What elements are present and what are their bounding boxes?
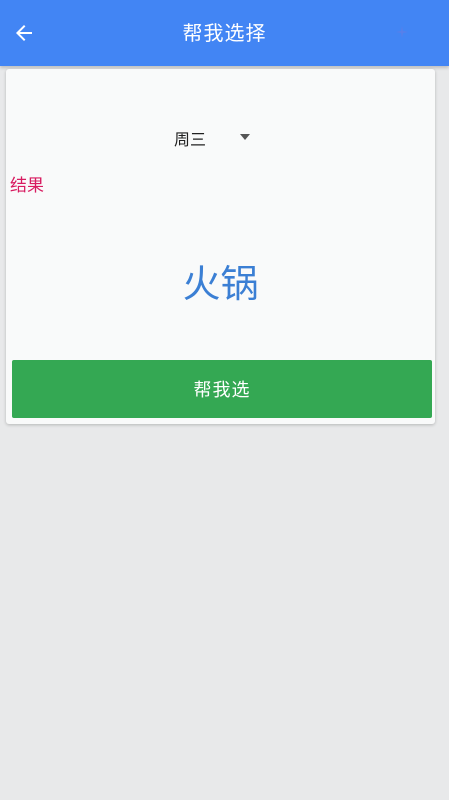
app-bar: 帮我选择 (0, 0, 449, 66)
day-dropdown[interactable]: 周三 (166, 121, 266, 153)
main-card: 周三 结果 火锅 帮我选 (6, 69, 435, 424)
result-label: 结果 (10, 176, 44, 196)
app-screen: 帮我选择 周三 结果 火锅 帮我选 (0, 0, 449, 800)
dropdown-caret-icon (240, 134, 250, 140)
day-dropdown-value: 周三 (174, 130, 207, 149)
choose-for-me-button[interactable]: 帮我选 (12, 360, 432, 418)
page-title: 帮我选择 (182, 21, 267, 45)
result-value: 火锅 (182, 262, 259, 306)
sparkle-icon[interactable] (389, 19, 415, 45)
